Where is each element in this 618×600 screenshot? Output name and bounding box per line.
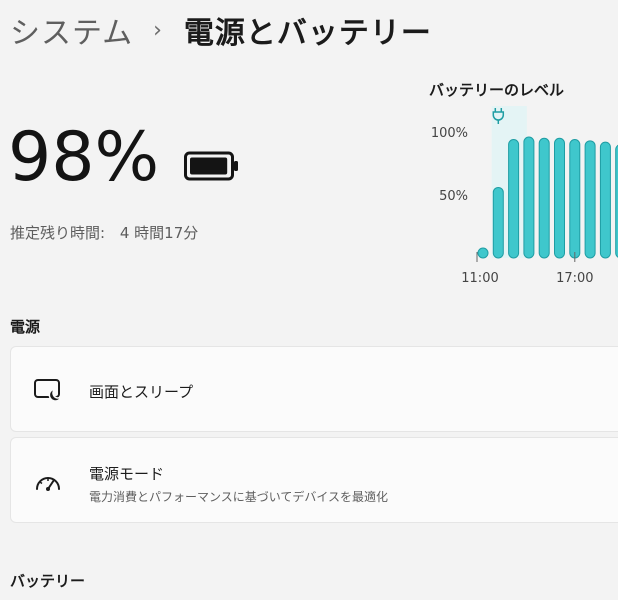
battery-level-chart[interactable]: 100% 50% 11:00 17:00 xyxy=(420,98,618,298)
estimate-label: 推定残り時間: xyxy=(10,224,106,242)
power-mode-subtitle: 電力消費とパフォーマンスに基づいてデバイスを最適化 xyxy=(89,490,389,504)
bar-1 xyxy=(492,186,504,259)
estimated-time-remaining: 推定残り時間: 4 時間17分 xyxy=(10,222,198,243)
chevron-right-icon: › xyxy=(153,17,162,43)
gauge-icon xyxy=(36,477,60,491)
power-mode-card[interactable]: 電源モード 電力消費とパフォーマンスに基づいてデバイスを最適化 xyxy=(10,437,618,523)
battery-icon xyxy=(184,151,238,181)
section-heading-battery: バッテリー xyxy=(10,572,86,590)
bar-4 xyxy=(538,137,550,259)
y-tick-label: 50% xyxy=(439,189,468,204)
bar-0 xyxy=(477,247,489,259)
chart-title: バッテリーのレベル xyxy=(429,81,565,99)
y-tick-label: 100% xyxy=(431,126,468,141)
estimate-value: 4 時間17分 xyxy=(119,224,199,242)
bar-3 xyxy=(523,136,535,259)
page-title: 電源とバッテリー xyxy=(183,16,432,51)
screen-sleep-card[interactable]: 画面とスリープ xyxy=(10,346,618,432)
breadcrumb-system-link[interactable]: システム xyxy=(10,8,133,52)
bar-6 xyxy=(569,139,581,259)
bar-2 xyxy=(508,139,520,259)
bar-8 xyxy=(599,141,611,259)
bar-5 xyxy=(554,137,565,259)
section-heading-power: 電源 xyxy=(10,318,41,336)
power-mode-title: 電源モード xyxy=(89,465,165,483)
battery-percentage: 98% xyxy=(8,118,160,197)
battery-fill xyxy=(190,157,228,175)
breadcrumb: システム › 電源とバッテリー xyxy=(10,8,432,52)
x-tick-label: 17:00 xyxy=(556,271,593,286)
x-tick-label: 11:00 xyxy=(461,271,498,286)
power-battery-page: システム › 電源とバッテリー 98% 推定残り時間: 4 時間17分 バッテリ… xyxy=(0,0,618,600)
bar-7 xyxy=(584,140,596,259)
screen-sleep-title: 画面とスリープ xyxy=(89,383,194,401)
screen-sleep-icon xyxy=(34,379,63,402)
